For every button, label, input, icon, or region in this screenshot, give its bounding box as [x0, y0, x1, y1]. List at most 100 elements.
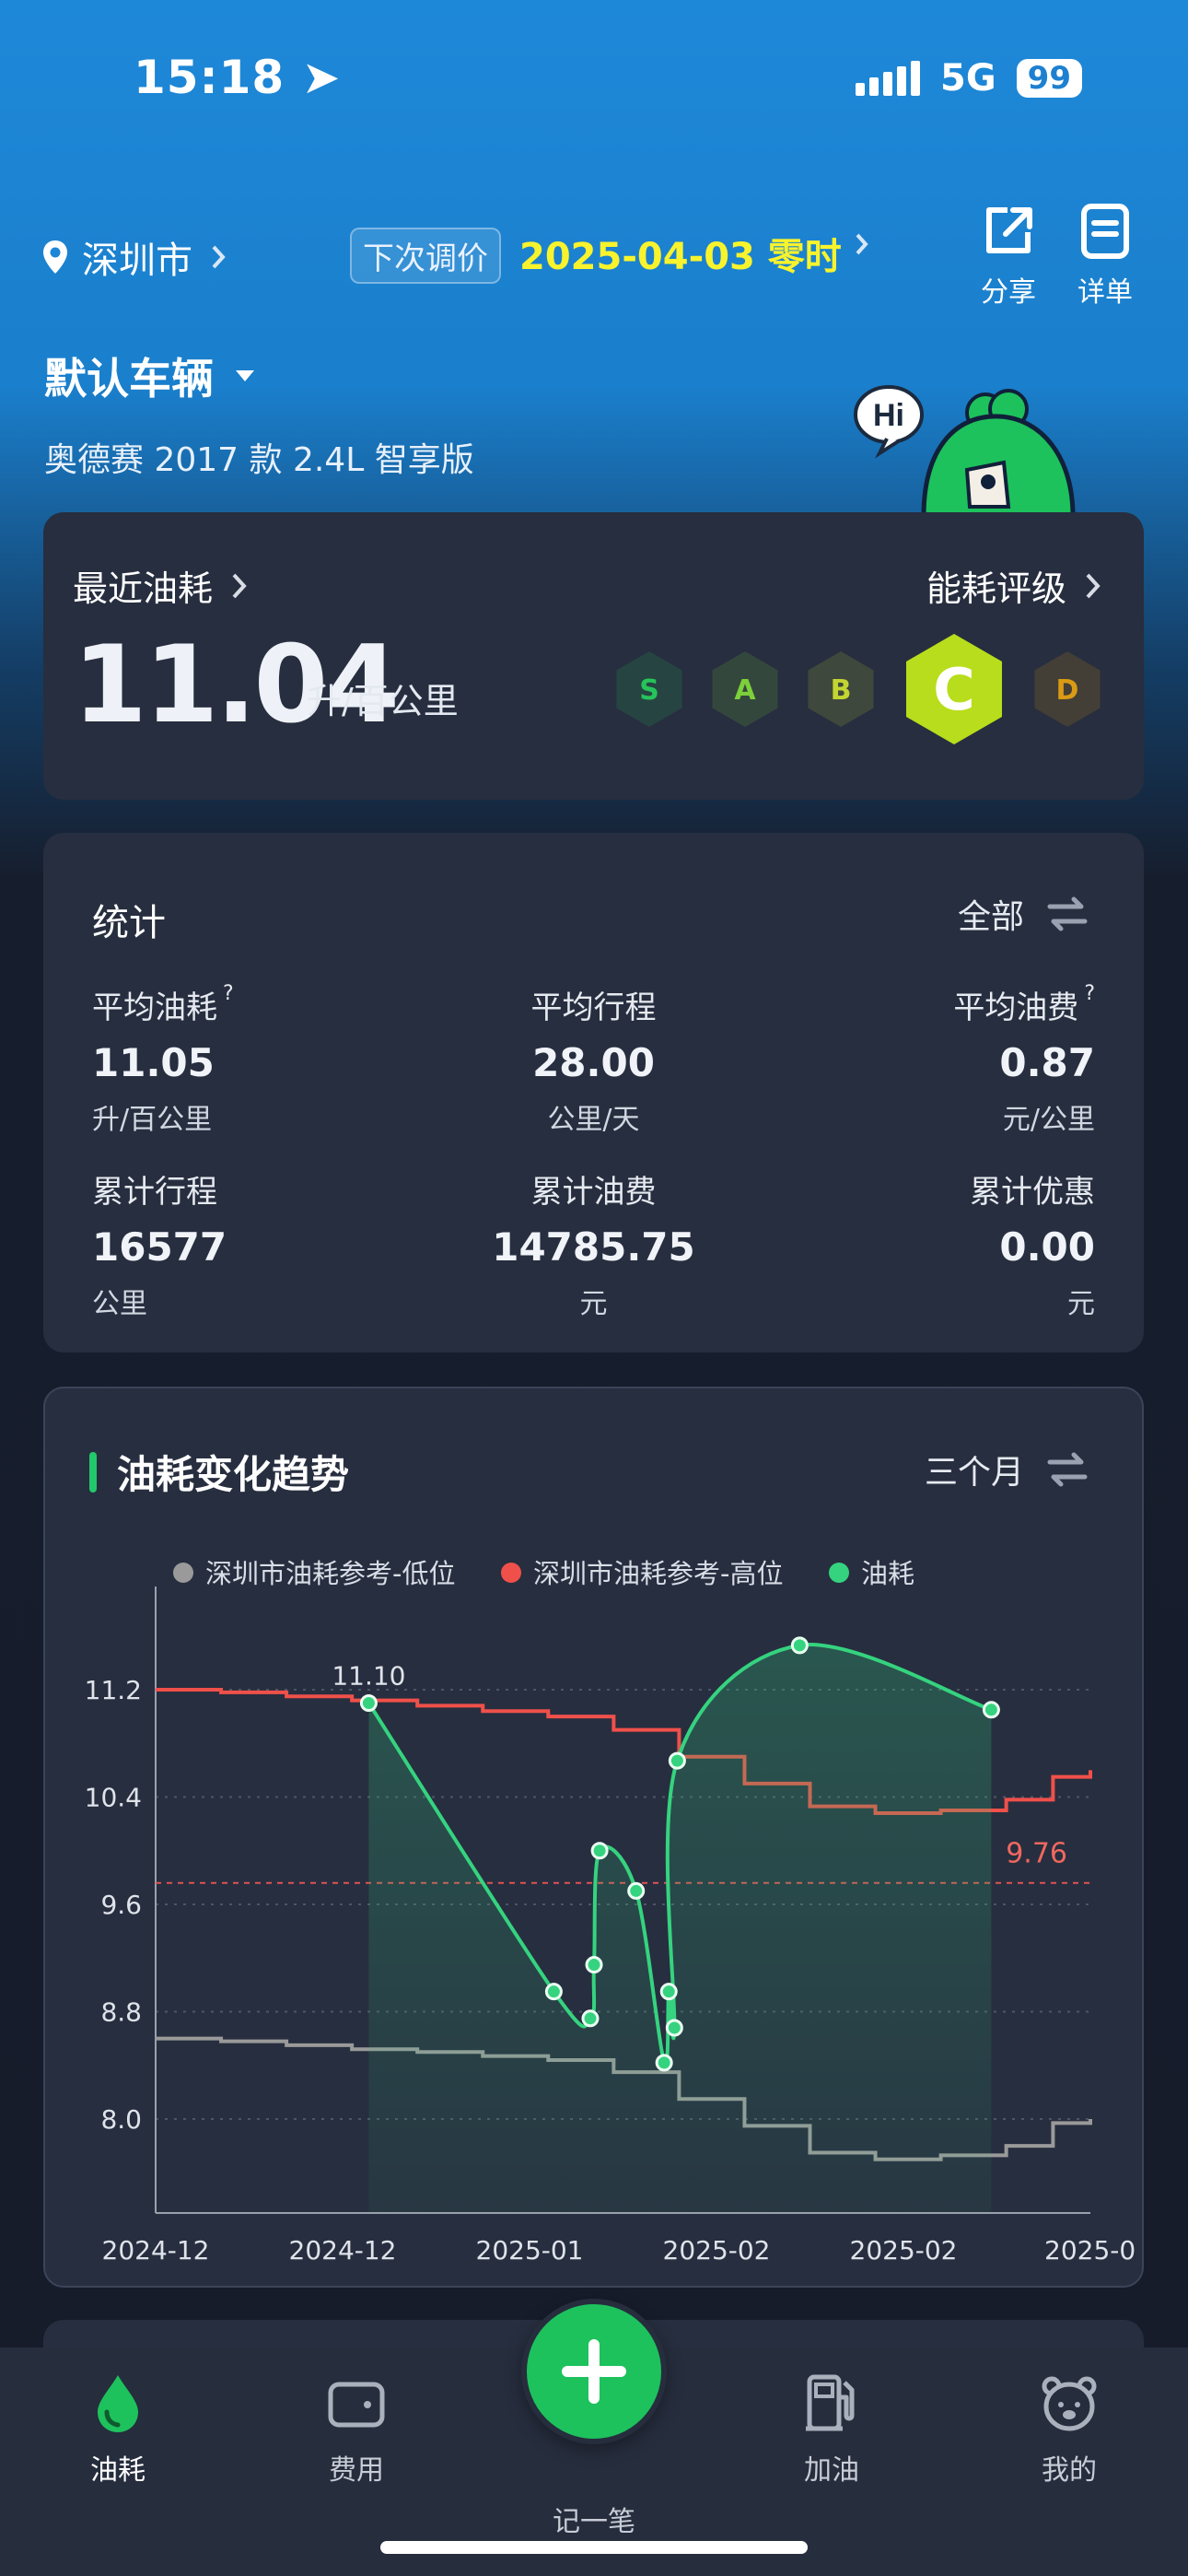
x-tick-label: 2025-0: [1044, 2235, 1136, 2266]
trend-range-label: 三个月: [924, 1454, 1024, 1492]
data-point: [668, 1751, 686, 1770]
stat-avg-consumption: 平均油耗? 11.05 升/百公里: [92, 982, 234, 1137]
stat-label: 平均油费: [953, 989, 1079, 1026]
grade-a-hexagon: A: [712, 651, 778, 727]
stat-unit: 元: [1067, 1288, 1095, 1320]
signal-icon: [856, 61, 920, 96]
share-icon: [986, 207, 1032, 253]
data-point: [581, 2009, 600, 2028]
city-selector[interactable]: 深圳市: [41, 230, 231, 284]
stat-unit: 元/公里: [1002, 1104, 1095, 1136]
droplet-icon: [98, 2375, 138, 2432]
data-point: [982, 1701, 1000, 1719]
swap-icon: [1047, 896, 1088, 931]
y-tick-label: 8.8: [100, 1997, 142, 2028]
grade-c-hexagon: C: [906, 634, 1002, 744]
bear-face-icon: [1042, 2376, 1097, 2431]
y-tick-label: 8.0: [100, 2104, 142, 2135]
y-tick-label: 9.6: [100, 1890, 142, 1920]
data-point: [585, 1956, 603, 1974]
x-tick-label: 2025-01: [476, 2235, 584, 2266]
chevron-right-icon[interactable]: [851, 228, 873, 268]
vehicle-name: 默认车辆: [44, 354, 214, 404]
grade-letter: B: [831, 674, 852, 707]
grade-d-hexagon: D: [1034, 651, 1101, 727]
y-tick-label: 11.2: [85, 1675, 142, 1705]
legend-label: 深圳市油耗参考-高位: [533, 1558, 783, 1589]
y-tick-label: 10.4: [85, 1782, 142, 1812]
trend-range-toggle[interactable]: 三个月: [925, 1446, 1089, 1493]
grade-letter: A: [734, 674, 756, 707]
stat-unit: 元: [579, 1288, 608, 1320]
x-tick-label: 2024-12: [102, 2235, 210, 2266]
location-arrow-icon: ➤: [301, 51, 342, 104]
nav-mine-tab[interactable]: 我的: [1005, 2371, 1134, 2488]
list-icon: [1081, 204, 1129, 259]
recent-fuel-card: 最近油耗 11.04 升/百公里 能耗评级 SABCD: [43, 512, 1144, 800]
trend-title: 油耗变化趋势: [117, 1452, 350, 1497]
title-accent-bar: [89, 1451, 97, 1493]
detail-button[interactable]: 详单: [1059, 203, 1151, 310]
stat-unit: 升/百公里: [92, 1104, 213, 1136]
nav-fuel-tab[interactable]: 油耗: [53, 2371, 182, 2488]
chevron-right-icon: [232, 573, 247, 598]
stats-card: 统计 全部 平均油耗? 11.05 升/百公里 平均行程 28.00 公里/天 …: [43, 833, 1144, 1352]
stat-avg-distance: 平均行程 28.00 公里/天: [412, 982, 775, 1137]
bear-mascot-icon: Hi: [854, 385, 1076, 516]
help-icon[interactable]: ?: [223, 982, 234, 1005]
network-label: 5G: [940, 57, 996, 100]
reference-label: 9.76: [1006, 1838, 1067, 1870]
chevron-right-icon: [1086, 573, 1101, 598]
stat-total-cost: 累计油费 14785.75 元: [412, 1166, 775, 1321]
recent-fuel-unit: 升/百公里: [307, 681, 459, 721]
nav-label: 加油: [804, 2454, 859, 2487]
legend-marker: [501, 1563, 521, 1583]
stat-avg-cost: 平均油费? 0.87 元/公里: [953, 982, 1095, 1137]
nav-cost-tab[interactable]: 费用: [292, 2371, 421, 2488]
stats-filter-label: 全部: [957, 898, 1024, 936]
stat-value: 14785.75: [492, 1224, 695, 1270]
wallet-icon: [328, 2382, 385, 2428]
share-button[interactable]: 分享: [962, 203, 1054, 310]
data-point: [359, 1694, 378, 1713]
detail-label: 详单: [1077, 276, 1133, 309]
add-record-button[interactable]: [521, 2299, 667, 2444]
grade-letter: S: [639, 674, 659, 707]
grade-b-hexagon: B: [808, 651, 874, 727]
stat-value: 28.00: [532, 1040, 655, 1085]
data-point: [590, 1842, 609, 1860]
nav-label: 我的: [1042, 2454, 1097, 2487]
legend-label: 油耗: [861, 1558, 914, 1589]
data-point: [655, 2054, 673, 2072]
help-icon[interactable]: ?: [1084, 982, 1095, 1005]
grade-letter: D: [1056, 674, 1079, 707]
fuel-trend-chart: 深圳市油耗参考-低位 深圳市油耗参考-高位 油耗 11.2 10.4 9.6 8.8 8.0 2…: [85, 1558, 1136, 2266]
x-tick-label: 2025-02: [663, 2235, 771, 2266]
stat-value: 0.87: [999, 1040, 1095, 1085]
grade-s-hexagon: S: [616, 651, 682, 727]
vehicle-selector[interactable]: 默认车辆: [44, 345, 256, 406]
nav-label: 油耗: [90, 2454, 146, 2487]
data-point: [790, 1636, 809, 1655]
location-pin-icon: [43, 240, 67, 274]
stat-value: 11.05: [92, 1040, 215, 1085]
legend-label: 深圳市油耗参考-低位: [205, 1558, 455, 1589]
x-tick-label: 2024-12: [289, 2235, 397, 2266]
fuel-trend-card: 深圳市油耗参考-低位 深圳市油耗参考-高位 油耗 11.2 10.4 9.6 8.8 8.0 2…: [43, 1387, 1144, 2288]
data-point: [665, 2019, 683, 2037]
stat-total-discount: 累计优惠 0.00 元: [970, 1166, 1095, 1321]
data-point: [659, 1983, 678, 2001]
energy-rating-link[interactable]: 能耗评级: [926, 560, 1103, 611]
add-record-label: 记一笔: [553, 2506, 635, 2538]
swap-icon: [1047, 1452, 1088, 1487]
legend-marker: [829, 1563, 849, 1583]
price-adjust-date[interactable]: 2025-04-03 零时: [519, 227, 842, 280]
stats-filter-toggle[interactable]: 全部: [958, 890, 1089, 938]
stat-value: 0.00: [999, 1224, 1095, 1270]
nav-refuel-tab[interactable]: 加油: [767, 2371, 896, 2488]
stat-label: 平均油耗: [92, 989, 217, 1026]
recent-fuel-link[interactable]: 最近油耗: [73, 560, 250, 611]
status-time: 15:18 ➤: [134, 51, 342, 104]
stat-label: 累计油费: [530, 1174, 657, 1211]
data-point: [544, 1983, 563, 2001]
